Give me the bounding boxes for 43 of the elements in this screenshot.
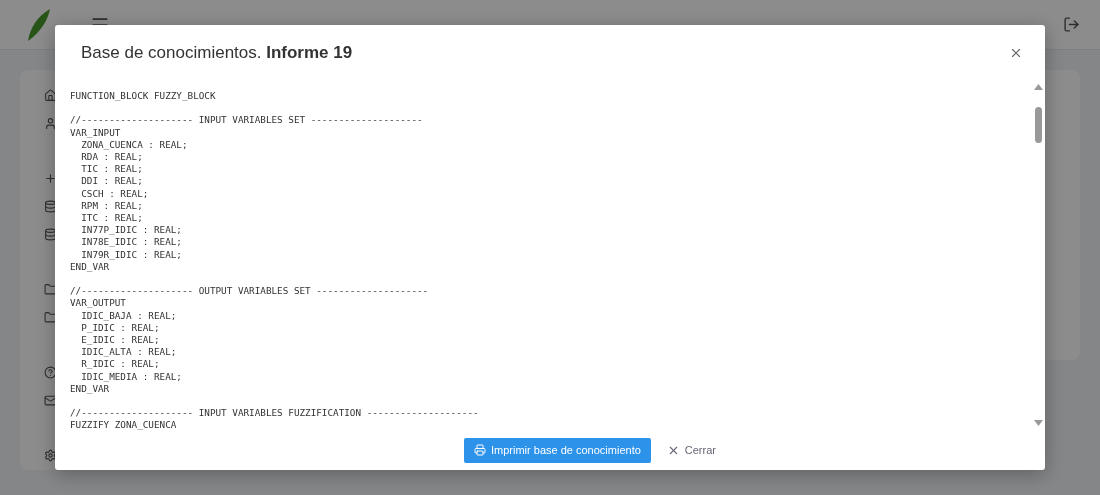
scroll-up-icon[interactable] — [1033, 84, 1043, 90]
folder-icon[interactable] — [44, 283, 57, 297]
code-line: DDI : REAL; — [80, 175, 144, 188]
code-line: RDA : REAL; — [80, 151, 144, 164]
code-line: //-------------------- INPUT VARIABLES SET -------------------- — [70, 114, 424, 127]
database-icon[interactable] — [44, 200, 57, 214]
code-line: E_IDIC : REAL; — [80, 334, 161, 347]
code-line: //-------------------- INPUT VARIABLES FUZZIFICATION -------------------- — [70, 407, 480, 420]
modal-title: Base de conocimientos. Informe 19 — [81, 42, 353, 63]
code-line: ZONA_CUENCA : REAL; — [80, 138, 189, 151]
scrollbar-thumb[interactable] — [1034, 107, 1042, 143]
code-line: TIC : REAL; — [80, 163, 144, 176]
home-icon[interactable] — [44, 89, 57, 103]
code-line: RPM : REAL; — [80, 199, 144, 212]
code-line: IDIC_BAJA : REAL; — [80, 309, 178, 322]
code-line: END_VAR — [70, 382, 111, 396]
mail-icon[interactable] — [44, 394, 57, 408]
close-link[interactable]: Cerrar — [666, 443, 716, 457]
code-line: FUNCTION_BLOCK FUZZY_BLOCK — [70, 90, 217, 103]
code-line: //-------------------- OUTPUT VARIABLES SET -------------------- — [70, 285, 430, 298]
code-line: IN77P_IDIC : REAL; — [80, 224, 183, 237]
code-line: VAR_INPUT — [70, 126, 122, 139]
print-button[interactable]: Imprimir base de conocimiento — [464, 437, 651, 463]
code-line: FUZZIFY ZONA_CUENCA — [70, 419, 178, 430]
printer-icon — [474, 444, 486, 456]
database-icon[interactable] — [44, 228, 57, 242]
code-line: VAR_OUTPUT — [70, 297, 127, 310]
code-line: IN78E_IDIC : REAL; — [80, 236, 183, 249]
settings-icon[interactable] — [44, 449, 57, 463]
scroll-down-icon[interactable] — [1033, 420, 1043, 426]
code-line: IN79R_IDIC : REAL; — [80, 248, 183, 261]
folder-icon[interactable] — [44, 311, 57, 325]
user-icon[interactable] — [44, 117, 57, 131]
code-line: R_IDIC : REAL; — [80, 358, 161, 371]
code-line: P_IDIC : REAL; — [80, 321, 161, 335]
code-line: END_VAR — [70, 260, 111, 274]
plus-icon[interactable] — [44, 172, 57, 186]
code-line: CSCH : REAL; — [80, 187, 150, 200]
help-icon[interactable] — [44, 366, 57, 380]
logout-icon[interactable] — [1063, 16, 1080, 33]
code-line: IDIC_ALTA : REAL; — [80, 346, 178, 359]
code-line: IDIC_MEDIA : REAL; — [80, 370, 183, 383]
code-line: ITC : REAL; — [80, 212, 144, 225]
